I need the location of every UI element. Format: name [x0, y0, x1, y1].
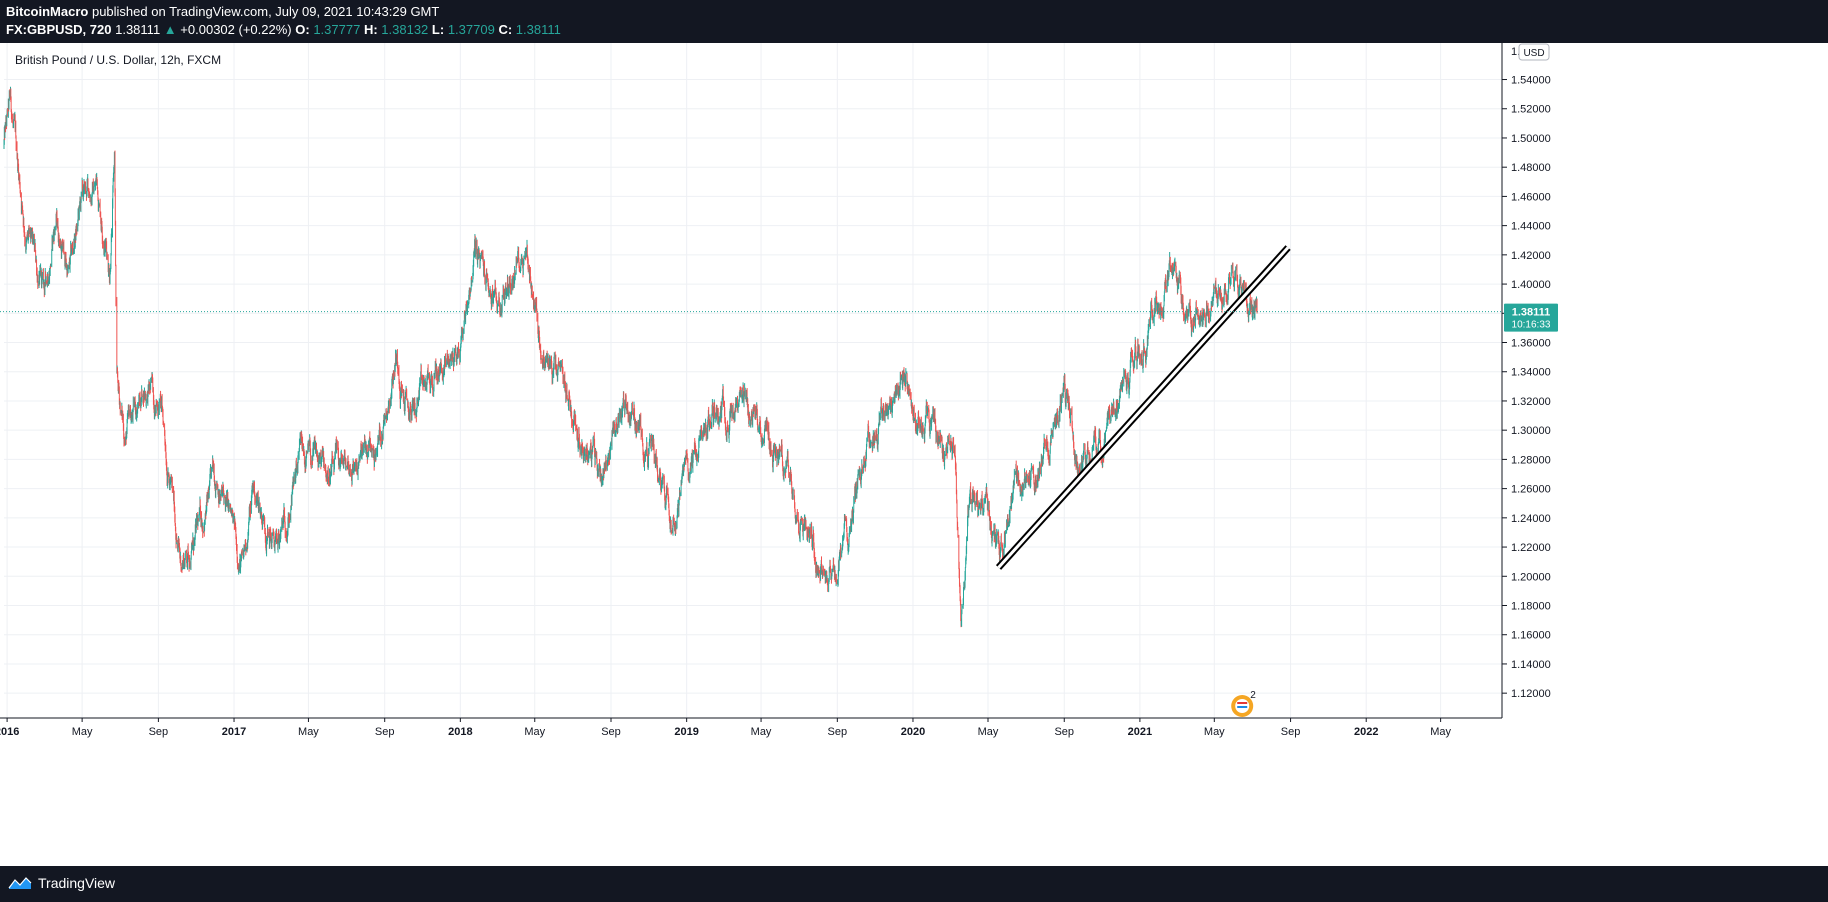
- time-tick-label: Sep: [1281, 726, 1301, 738]
- time-tick-label: 2021: [1128, 726, 1152, 738]
- price-tick-label: 1.48000: [1511, 162, 1551, 174]
- high-label: H:: [363, 22, 378, 37]
- open-label: O:: [295, 22, 310, 37]
- price-tick-label: 1.42000: [1511, 250, 1551, 262]
- time-tick-label: Sep: [828, 726, 848, 738]
- price-chart[interactable]: 2 British Pound / U.S. Dollar, 12h, FXCM…: [0, 43, 1828, 866]
- time-tick-label: Sep: [375, 726, 395, 738]
- time-tick-label: 2022: [1354, 726, 1378, 738]
- time-tick-label: May: [1430, 726, 1451, 738]
- price-tick-label: 1.40000: [1511, 279, 1551, 291]
- event-badge-count: 2: [1250, 690, 1256, 701]
- price-tick-label: 1.18000: [1511, 601, 1551, 613]
- time-tick-label: May: [524, 726, 545, 738]
- countdown-label: 10:16:33: [1512, 320, 1551, 331]
- overlay: 2: [0, 245, 1502, 717]
- time-tick-label: Sep: [601, 726, 621, 738]
- price-tick-label: 1.22000: [1511, 542, 1551, 554]
- publish-info: BitcoinMacro published on TradingView.co…: [6, 4, 439, 19]
- time-axis[interactable]: 2016 May Sep 2017 May Sep 2018 May Sep 2019 May Sep…: [0, 717, 1502, 738]
- open-value: 1.37777: [313, 22, 361, 37]
- flag-stripe: [1237, 706, 1248, 708]
- time-tick-label: May: [72, 726, 93, 738]
- price-tick-label: 1.16000: [1511, 630, 1551, 642]
- footer-bar: TradingView: [0, 866, 1828, 902]
- price-axis[interactable]: 1.12000 1.14000 1.16000 1.18000 1.20000 1.220…: [1501, 43, 1558, 718]
- low-label: L:: [431, 22, 445, 37]
- price-tick-label: 1.46000: [1511, 191, 1551, 203]
- time-tick-label: 2018: [448, 726, 472, 738]
- tradingview-logo-icon: [8, 877, 32, 889]
- time-tick-label: 2020: [901, 726, 925, 738]
- price-tick-label: 1.30000: [1511, 425, 1551, 437]
- brand-label: TradingView: [38, 875, 116, 891]
- price-tick-label: 1.20000: [1511, 571, 1551, 583]
- price-tick-label: 1.50000: [1511, 133, 1551, 145]
- close-value: 1.38111: [515, 22, 561, 37]
- time-tick-label: Sep: [149, 726, 169, 738]
- close-label: C:: [498, 22, 513, 37]
- price-tick-label: 1.44000: [1511, 221, 1551, 233]
- candles: [3, 86, 1258, 628]
- price-tick-label: 1.36000: [1511, 338, 1551, 350]
- time-tick-label: 2016: [0, 726, 19, 738]
- currency-label: USD: [1523, 48, 1544, 59]
- ohlc-legend: FX:GBPUSD, 720 1.38111 ▲ +0.00302 (+0.22…: [6, 22, 561, 37]
- price-tick-label: 1.14000: [1511, 659, 1551, 671]
- time-tick-label: Sep: [1054, 726, 1074, 738]
- price-tick-label: 1.54000: [1511, 75, 1551, 87]
- time-tick-label: May: [1204, 726, 1225, 738]
- trendline-inner: [997, 246, 1290, 569]
- price-tick-label: 1.24000: [1511, 513, 1551, 525]
- price-tick-label: 1.12000: [1511, 688, 1551, 700]
- time-tick-label: May: [298, 726, 319, 738]
- symbol-label: FX:GBPUSD, 720: [6, 22, 112, 37]
- time-tick-label: May: [751, 726, 772, 738]
- price-tick-label: 1.28000: [1511, 454, 1551, 466]
- publisher-name[interactable]: BitcoinMacro: [6, 4, 88, 19]
- header-bar: BitcoinMacro published on TradingView.co…: [0, 0, 1828, 43]
- time-tick-label: 2019: [674, 726, 698, 738]
- tradingview-brand[interactable]: TradingView: [8, 875, 115, 891]
- price-change: +0.00302 (+0.22%): [180, 22, 292, 37]
- high-value: 1.38132: [381, 22, 429, 37]
- chart-title: British Pound / U.S. Dollar, 12h, FXCM: [15, 53, 221, 67]
- time-tick-label: 2017: [222, 726, 246, 738]
- price-tick-label: 1.52000: [1511, 104, 1551, 116]
- up-arrow-icon: ▲: [163, 22, 177, 37]
- flag-stripe: [1237, 702, 1248, 704]
- price-tick-label: 1.34000: [1511, 367, 1551, 379]
- last-price-label: 1.38111: [1512, 307, 1551, 319]
- grid: [4, 43, 1502, 718]
- last-price: 1.38111: [115, 22, 161, 37]
- price-tick-label: 1.26000: [1511, 484, 1551, 496]
- published-text: published on TradingView.com, July 09, 2…: [91, 4, 440, 19]
- time-tick-label: May: [978, 726, 999, 738]
- price-tick-label: 1.32000: [1511, 396, 1551, 408]
- low-value: 1.37709: [447, 22, 495, 37]
